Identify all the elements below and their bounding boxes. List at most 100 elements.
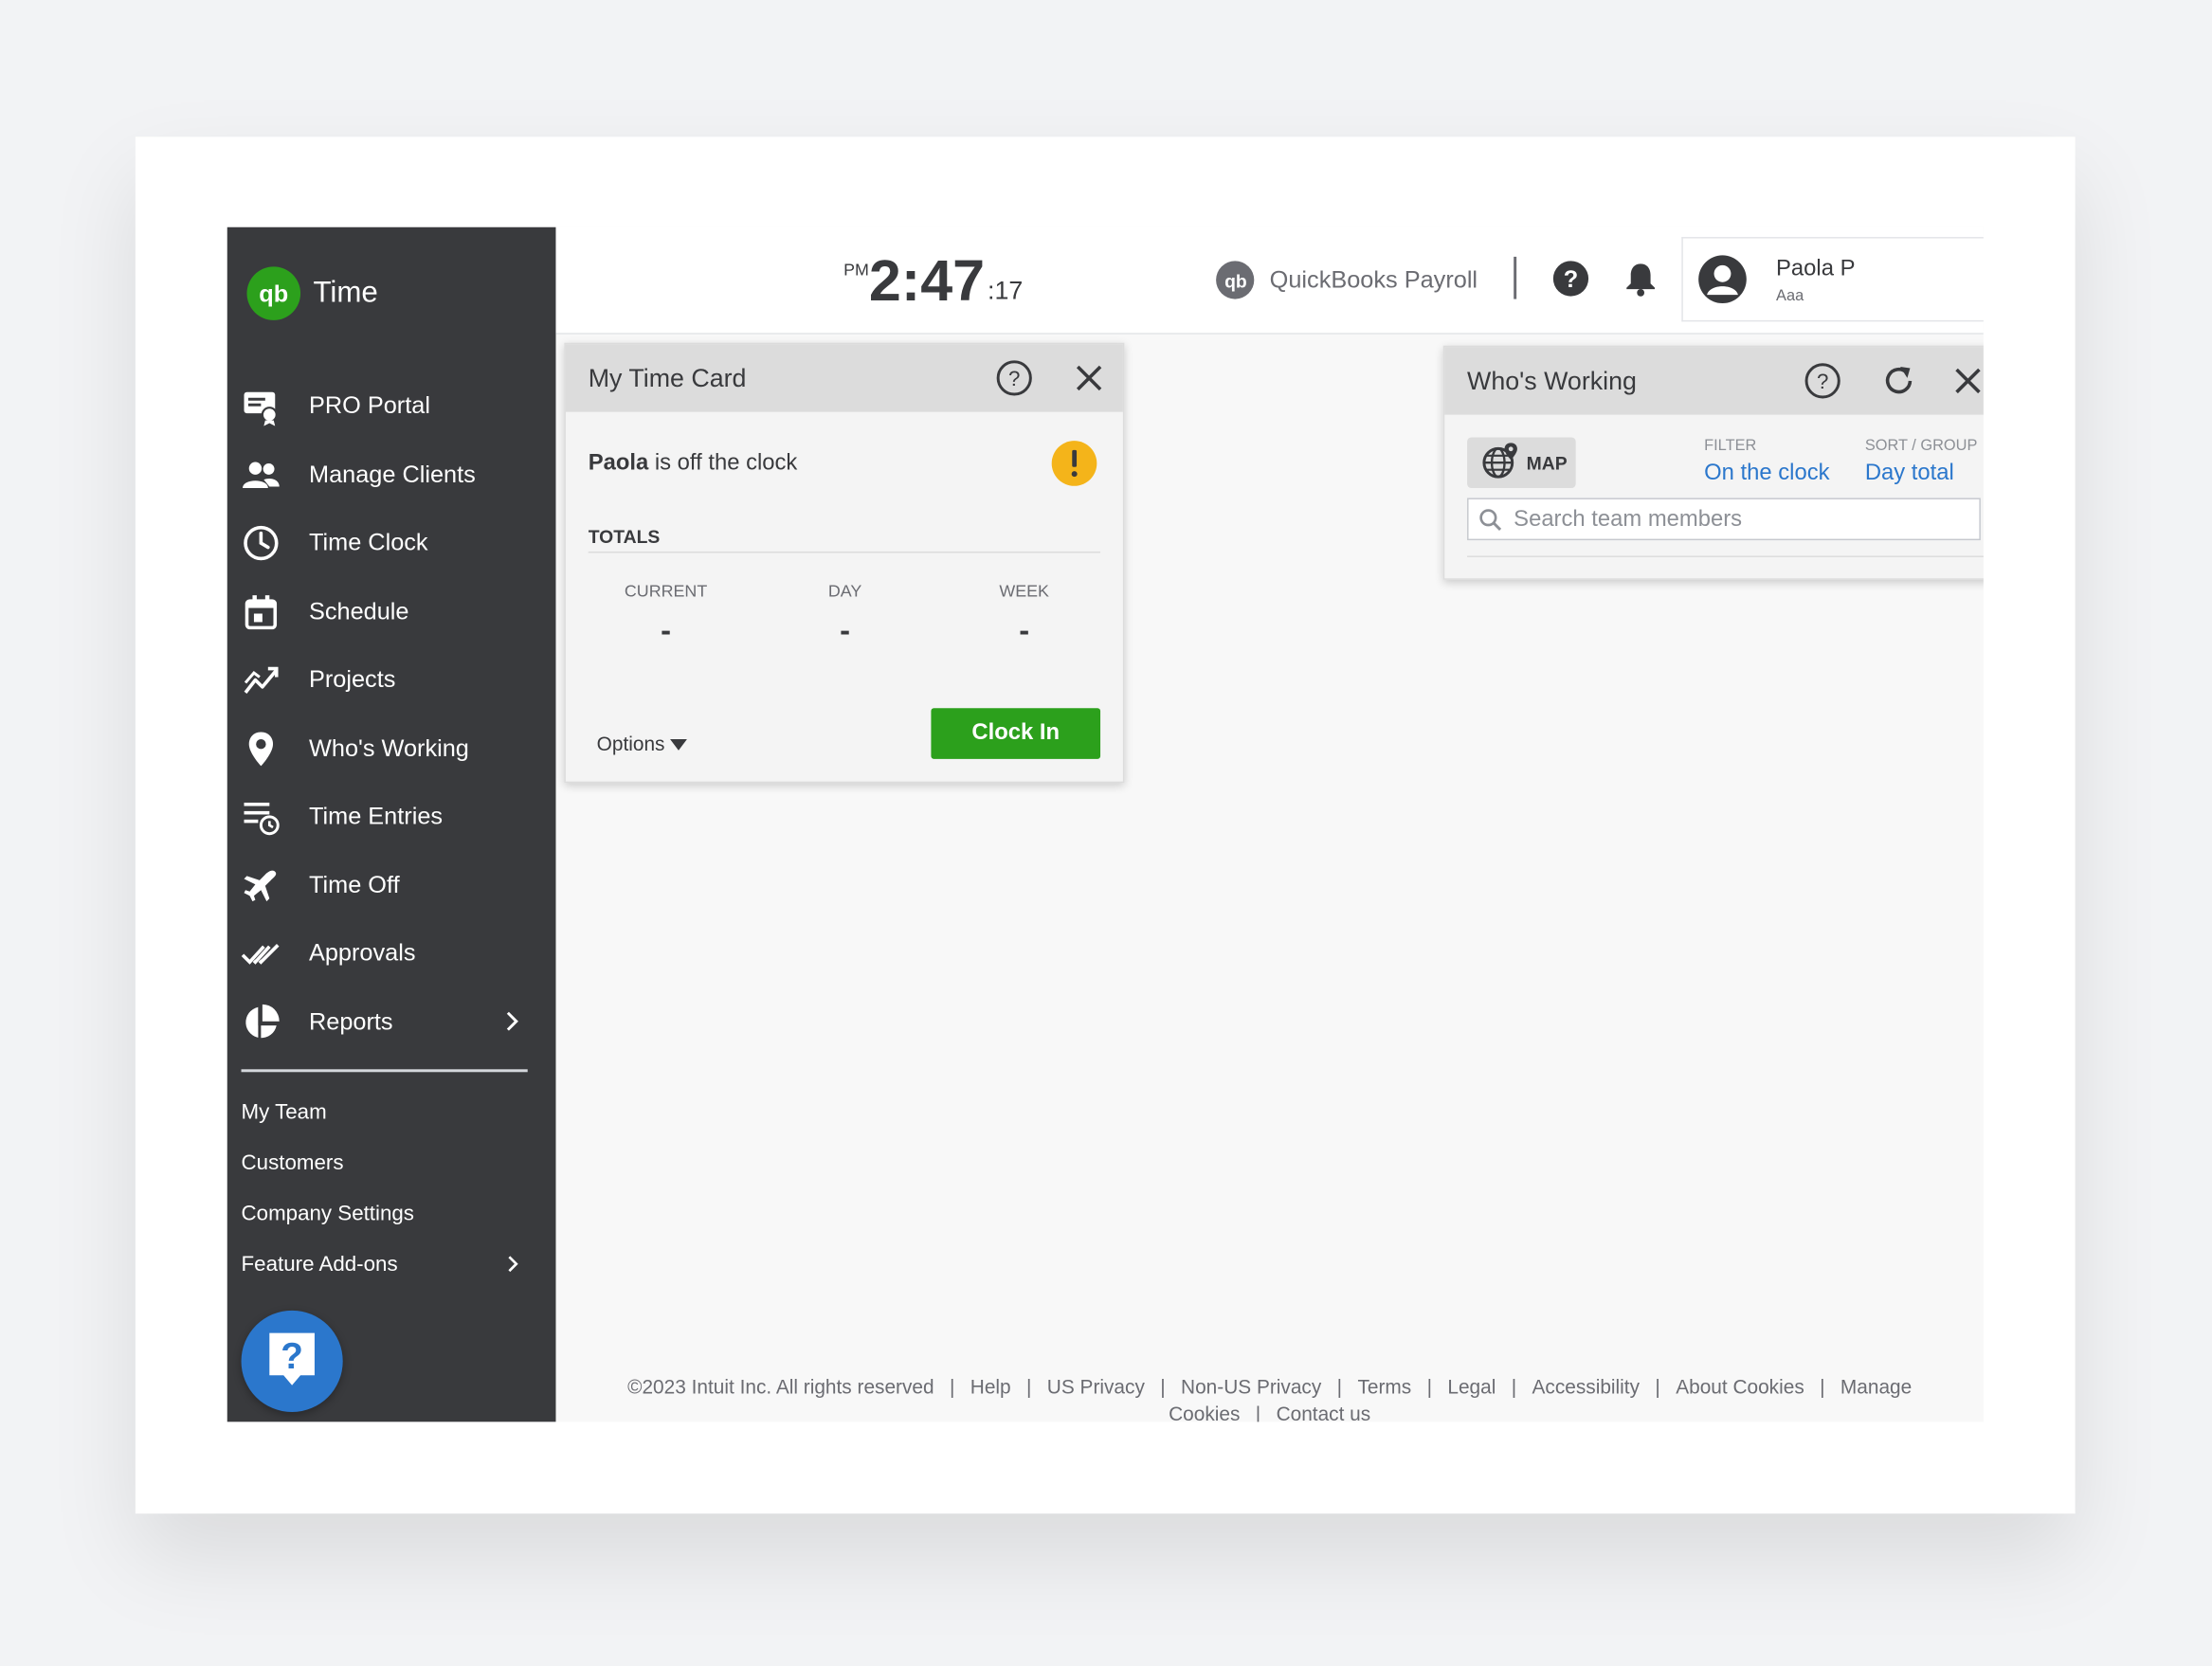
sidebar: qb Time PRO Portal Manage Clients Time C… (227, 226, 556, 1422)
sidebar-item-reports[interactable]: Reports (227, 994, 556, 1051)
total-week: WEEK - (947, 581, 1102, 648)
sort-group-dropdown[interactable]: Day total (1865, 462, 1954, 487)
caret-down-icon (670, 733, 688, 755)
total-value: - (840, 612, 851, 648)
options-dropdown[interactable]: Options (596, 732, 688, 755)
footer-link-terms[interactable]: Terms (1357, 1375, 1411, 1398)
footer-link-contact-us[interactable]: Contact us (1277, 1403, 1371, 1422)
payroll-label: QuickBooks Payroll (1269, 265, 1478, 293)
top-bar: PM 2:47 :17 qb QuickBooks Payroll ? Paol… (555, 226, 1984, 335)
footer-link-legal[interactable]: Legal (1447, 1375, 1496, 1398)
sort-group-label: SORT / GROUP (1864, 437, 1978, 455)
clock-icon (242, 523, 281, 563)
user-menu[interactable]: Paola P Aaa (1681, 237, 1984, 322)
footer-link-non-us-privacy[interactable]: Non-US Privacy (1181, 1375, 1321, 1398)
my-time-card-widget: My Time Card ? Paola is off the clock TO… (564, 342, 1125, 784)
close-icon[interactable] (1072, 360, 1106, 404)
total-day: DAY - (768, 581, 923, 648)
svg-text:qb: qb (1224, 271, 1246, 292)
sidebar-item-label: Feature Add-ons (241, 1252, 398, 1277)
sidebar-item-time-entries[interactable]: Time Entries (227, 788, 556, 845)
company-name: Aaa (1776, 287, 1804, 305)
svg-text:?: ? (1008, 367, 1020, 390)
total-header: WEEK (999, 581, 1049, 602)
widget-title: Who's Working (1467, 367, 1637, 395)
sidebar-item-customers[interactable]: Customers (242, 1151, 344, 1175)
topbar-divider (1514, 256, 1517, 299)
sidebar-item-whos-working[interactable]: Who's Working (227, 721, 556, 778)
help-button[interactable]: ? (1551, 260, 1589, 305)
quickbooks-logo-icon: qb (246, 266, 301, 320)
search-team-members-input[interactable] (1511, 503, 1968, 538)
widget-divider (1467, 555, 1984, 557)
airplane-icon (242, 866, 281, 906)
sidebar-item-label: Who's Working (308, 734, 469, 762)
clock-status: Paola is off the clock (589, 451, 798, 477)
calendar-icon (242, 592, 281, 632)
clock-seconds: :17 (988, 276, 1024, 305)
search-icon (1478, 508, 1502, 539)
chevron-right-icon (506, 1254, 518, 1279)
sidebar-item-time-off[interactable]: Time Off (227, 858, 556, 914)
map-button[interactable]: MAP (1467, 437, 1576, 489)
sidebar-item-label: Time Off (308, 871, 400, 899)
total-current: CURRENT - (589, 581, 744, 648)
svg-text:?: ? (1817, 370, 1828, 393)
notifications-button[interactable] (1623, 261, 1658, 304)
quickbooks-logo-icon: qb (1216, 261, 1255, 299)
user-name: Paola P (1776, 256, 1856, 281)
sidebar-item-company-settings[interactable]: Company Settings (242, 1202, 414, 1225)
app-window: qb Time PRO Portal Manage Clients Time C… (227, 226, 1984, 1422)
bell-icon (1623, 263, 1658, 303)
filter-dropdown[interactable]: On the clock (1704, 462, 1829, 487)
sidebar-item-approvals[interactable]: Approvals (227, 925, 556, 982)
sidebar-item-label: Schedule (308, 598, 409, 625)
sidebar-item-label: Time Entries (308, 802, 444, 830)
search-box (1467, 498, 1981, 541)
filter-label: FILTER (1704, 437, 1757, 455)
people-icon (242, 456, 281, 496)
sidebar-item-time-clock[interactable]: Time Clock (227, 515, 556, 571)
footer-link-about-cookies[interactable]: About Cookies (1676, 1375, 1804, 1398)
refresh-icon[interactable] (1880, 363, 1917, 407)
location-pin-icon (242, 730, 281, 770)
total-value: - (661, 612, 672, 648)
sidebar-item-label: Approvals (308, 939, 416, 967)
current-time: PM 2:47 :17 (843, 249, 1023, 311)
footer-link-accessibility[interactable]: Accessibility (1532, 1375, 1640, 1398)
sidebar-item-label: Reports (308, 1008, 393, 1036)
widget-help-button[interactable]: ? (1804, 363, 1841, 407)
sidebar-item-projects[interactable]: Projects (227, 652, 556, 709)
time-entries-icon (242, 797, 281, 837)
clock-in-button[interactable]: Clock In (931, 708, 1101, 759)
help-chat-icon: ? (263, 1327, 320, 1396)
alert-icon[interactable] (1051, 440, 1097, 494)
close-icon[interactable] (1951, 363, 1984, 407)
sidebar-item-feature-add-ons[interactable]: Feature Add-ons (242, 1253, 528, 1277)
whos-working-widget: Who's Working ? MAP FILTER On the clock … (1442, 345, 1984, 580)
pro-portal-icon (242, 387, 281, 426)
pie-chart-icon (242, 1003, 281, 1042)
sidebar-item-pro-portal[interactable]: PRO Portal (227, 378, 556, 435)
svg-text:?: ? (1564, 266, 1578, 293)
footer: ©2023 Intuit Inc. All rights reserved | He… (555, 1374, 1983, 1422)
status-text: is off the clock (648, 451, 798, 476)
help-chat-button[interactable]: ? (241, 1310, 343, 1413)
sidebar-item-schedule[interactable]: Schedule (227, 584, 556, 641)
sidebar-item-manage-clients[interactable]: Manage Clients (227, 447, 556, 504)
sidebar-item-label: Projects (308, 665, 396, 693)
map-label: MAP (1526, 452, 1568, 474)
sidebar-divider (241, 1069, 528, 1073)
sidebar-item-label: PRO Portal (308, 391, 430, 420)
footer-link-help[interactable]: Help (970, 1375, 1011, 1398)
quickbooks-payroll-link[interactable]: qb QuickBooks Payroll (1216, 261, 1478, 299)
total-header: CURRENT (624, 581, 708, 602)
sidebar-item-my-team[interactable]: My Team (242, 1100, 327, 1124)
chevron-right-icon (505, 1010, 519, 1040)
options-label: Options (596, 732, 665, 755)
widget-help-button[interactable]: ? (996, 360, 1033, 404)
footer-link-us-privacy[interactable]: US Privacy (1047, 1375, 1145, 1398)
svg-text:qb: qb (259, 281, 288, 308)
clock-ampm: PM (843, 259, 869, 280)
brand[interactable]: qb Time (246, 266, 378, 320)
